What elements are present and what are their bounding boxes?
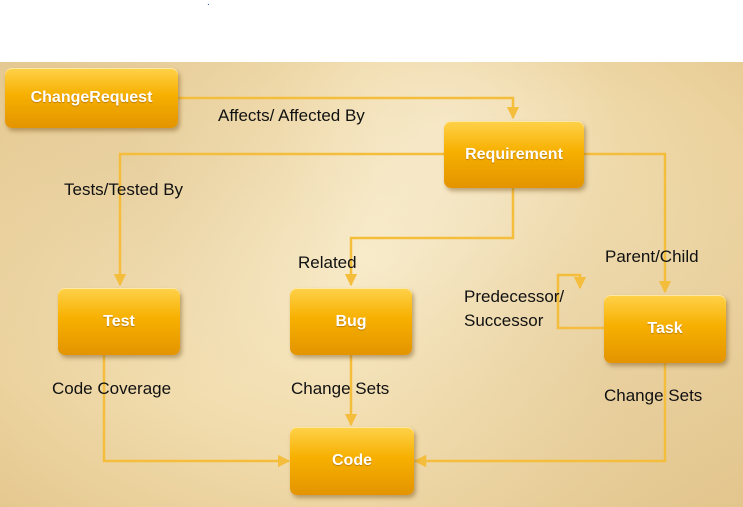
node-task: Task <box>604 295 726 363</box>
connector-test-code <box>102 355 291 468</box>
label-change-sets-task: Change Sets <box>604 386 703 405</box>
connector-task-code <box>413 363 667 468</box>
label-tests: Tests/Tested By <box>64 180 184 199</box>
label-successor: Successor <box>464 311 544 330</box>
connector-task-self-loop <box>556 273 604 330</box>
connector-requirement-bug <box>344 188 515 287</box>
label-parent-child: Parent/Child <box>605 247 699 266</box>
label-affects: Affects/ Affected By <box>218 106 365 125</box>
connector-requirement-test <box>113 152 445 287</box>
connector-requirement-task <box>583 152 672 294</box>
node-code: Code <box>290 427 414 495</box>
node-change-request: ChangeRequest <box>5 68 178 128</box>
label-predecessor: Predecessor/ <box>464 287 565 306</box>
label-code-coverage: Code Coverage <box>52 379 172 398</box>
diagram-canvas: ChangeRequest Requirement Test Bug Task … <box>0 62 743 507</box>
node-bug: Bug <box>290 288 412 355</box>
node-requirement: Requirement <box>444 121 584 188</box>
label-change-sets-bug: Change Sets <box>291 379 390 398</box>
node-test: Test <box>58 288 180 355</box>
label-related: Related <box>298 253 357 272</box>
stray-dot: . <box>207 0 210 8</box>
